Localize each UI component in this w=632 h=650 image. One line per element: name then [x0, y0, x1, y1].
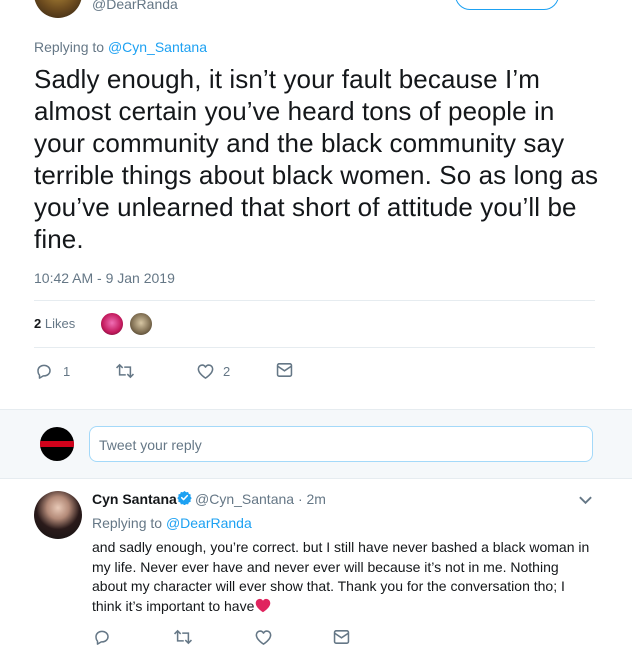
like-action[interactable]: 2	[196, 362, 230, 380]
reply-author-handle: @Cyn_Santana	[195, 491, 295, 507]
reply-tweet-body: and sadly enough, you’re correct. but I …	[92, 539, 590, 614]
liker-avatar[interactable]	[128, 311, 154, 337]
likes-label: Likes	[44, 316, 76, 331]
reply-dm-action[interactable]	[333, 629, 350, 645]
reply-tweet-text: and sadly enough, you’re correct. but I …	[92, 538, 597, 618]
reply-like-action[interactable]	[254, 628, 273, 646]
reply-replying-prefix: Replying to	[92, 515, 163, 531]
reply-icon	[35, 362, 53, 380]
replying-prefix: Replying to	[34, 39, 105, 55]
divider	[34, 300, 595, 301]
reply-action[interactable]: 1	[35, 362, 70, 380]
current-user-avatar[interactable]	[40, 427, 74, 461]
reply-replying-to: Replying to @DearRanda	[92, 515, 252, 531]
divider	[34, 347, 595, 348]
reply-count: 1	[63, 363, 71, 379]
avatar-stripe	[40, 441, 74, 447]
likes-count: 2	[34, 316, 42, 331]
reply-reply-action[interactable]	[93, 628, 111, 646]
reply-replying-to-link[interactable]: @DearRanda	[166, 515, 252, 531]
author-handle[interactable]: @DearRanda	[92, 0, 178, 12]
envelope-icon	[333, 629, 350, 645]
reply-icon	[93, 628, 111, 646]
reply-time: · 2m	[297, 491, 326, 507]
follow-button[interactable]	[455, 0, 559, 10]
likes-stat[interactable]: 2 Likes	[34, 316, 75, 331]
author-avatar[interactable]	[34, 0, 82, 18]
tweet-text: Sadly enough, it isn’t your fault becaus…	[34, 64, 599, 254]
retweet-icon	[115, 362, 135, 380]
replying-to-link[interactable]: @Cyn_Santana	[108, 39, 207, 55]
heart-outline-icon	[254, 628, 273, 646]
retweet-icon	[173, 628, 193, 646]
replying-to: Replying to @Cyn_Santana	[34, 39, 207, 55]
reply-author-name[interactable]: Cyn Santana	[92, 491, 177, 507]
retweet-action[interactable]	[115, 362, 135, 380]
reply-author-meta[interactable]: @Cyn_Santana · 2m	[195, 491, 326, 507]
reply-input-placeholder: Tweet your reply	[99, 437, 202, 453]
heart-outline-icon	[196, 362, 215, 380]
liker-avatar[interactable]	[99, 311, 125, 337]
envelope-icon	[276, 362, 293, 378]
tweet-timestamp[interactable]: 10:42 AM - 9 Jan 2019	[34, 270, 175, 286]
dm-action[interactable]	[276, 362, 293, 378]
reply-retweet-action[interactable]	[173, 628, 193, 646]
heart-emoji-icon	[254, 597, 272, 619]
reply-author-avatar[interactable]	[34, 491, 82, 539]
chevron-down-icon[interactable]	[578, 493, 593, 511]
reply-input[interactable]: Tweet your reply	[89, 426, 593, 462]
like-count: 2	[223, 363, 231, 379]
verified-badge-icon	[177, 490, 192, 506]
